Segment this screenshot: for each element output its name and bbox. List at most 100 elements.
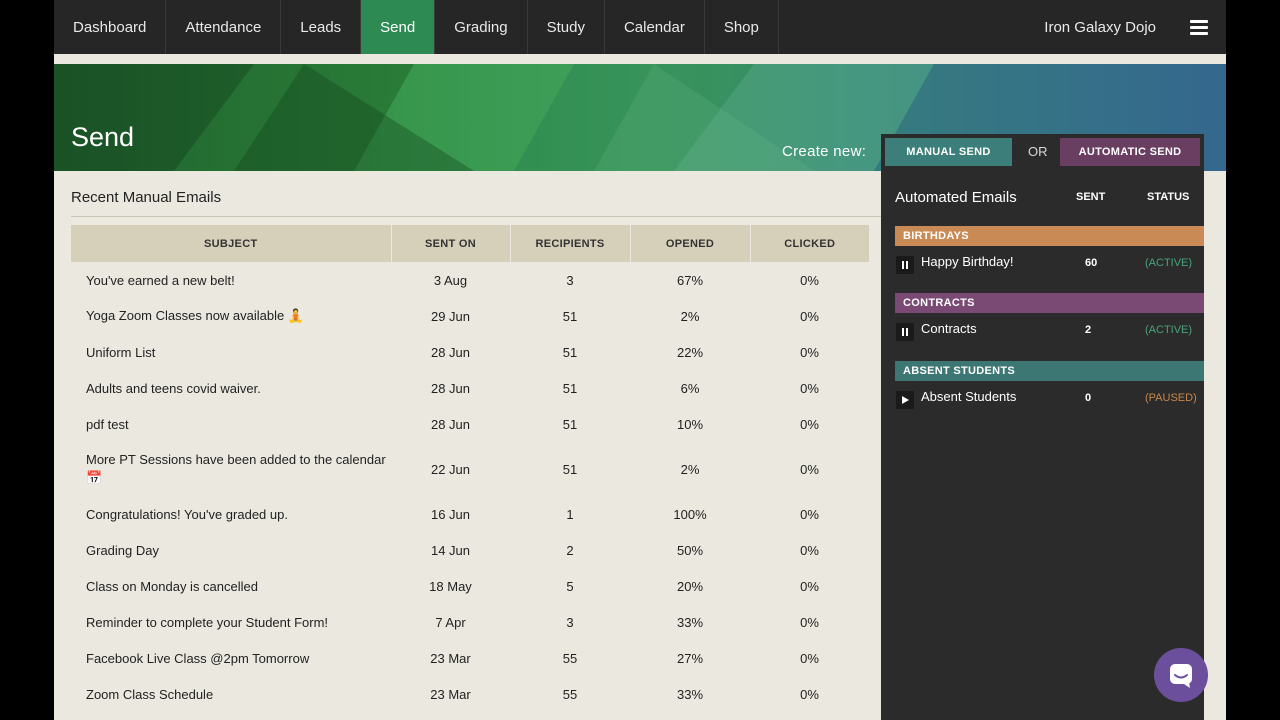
- cell-clicked: 0%: [800, 380, 819, 396]
- cell-subject[interactable]: Zoom Class Schedule: [71, 676, 391, 712]
- cell-subject[interactable]: Class on Monday is cancelled: [71, 568, 391, 604]
- cell-sent-on: 7 Apr: [435, 614, 466, 630]
- nav-leads[interactable]: Leads: [281, 0, 362, 54]
- status-badge: (PAUSED): [1145, 392, 1197, 404]
- chat-icon[interactable]: [1154, 648, 1208, 702]
- manual-send-button[interactable]: MANUAL SEND: [885, 138, 1012, 166]
- automated-row-contracts[interactable]: Contracts 2 (ACTIVE): [895, 319, 1204, 343]
- col-opened[interactable]: OPENED: [630, 225, 751, 262]
- cell-subject[interactable]: Uniform List: [71, 334, 391, 370]
- table-row[interactable]: Reminder to complete your Student Form! …: [71, 604, 869, 640]
- nav-dashboard[interactable]: Dashboard: [54, 0, 167, 54]
- or-separator: OR: [1028, 144, 1048, 159]
- nav-shop[interactable]: Shop: [705, 0, 779, 54]
- nav-send[interactable]: Send: [361, 0, 436, 54]
- cell-sent-on: 14 Jun: [430, 542, 471, 558]
- automated-name[interactable]: Happy Birthday!: [921, 254, 1014, 269]
- cell-subject[interactable]: Facebook Live Class @2pm Tomorrow: [71, 640, 391, 676]
- top-nav: Dashboard Attendance Leads Send Grading …: [54, 0, 1226, 54]
- cell-opened: 6%: [680, 380, 700, 396]
- cell-sent-on: 3 Aug: [433, 272, 468, 288]
- cell-subject[interactable]: Yoga Zoom Classes now available 🧘: [71, 298, 391, 334]
- cell-sent-on: 23 Mar: [430, 650, 471, 666]
- table-row[interactable]: You've earned a new belt! 3 Aug 3 67% 0%: [71, 262, 869, 298]
- table-row[interactable]: Class on Monday is cancelled 18 May 5 20…: [71, 568, 869, 604]
- cell-opened: 27%: [676, 650, 704, 666]
- page-title: Send: [71, 122, 135, 152]
- table-row[interactable]: Congratulations! You've graded up. 16 Ju…: [71, 496, 869, 532]
- cell-recipients: 51: [562, 380, 578, 396]
- cell-recipients: 55: [562, 650, 578, 666]
- category-birthdays: BIRTHDAYS: [895, 226, 1204, 246]
- cell-clicked: 0%: [800, 461, 819, 477]
- pause-icon[interactable]: [896, 256, 914, 274]
- cell-subject[interactable]: pdf test: [71, 406, 391, 442]
- pause-icon[interactable]: [896, 323, 914, 341]
- table-row[interactable]: pdf test 28 Jun 51 10% 0%: [71, 406, 869, 442]
- cell-clicked: 0%: [800, 416, 819, 432]
- col-subject[interactable]: SUBJECT: [71, 225, 392, 262]
- table-row[interactable]: More PT Sessions have been added to the …: [71, 442, 869, 496]
- cell-opened: 100%: [673, 506, 707, 522]
- hamburger-icon[interactable]: [1190, 19, 1208, 35]
- app-frame: Dashboard Attendance Leads Send Grading …: [54, 0, 1226, 720]
- automated-row-absent[interactable]: Absent Students 0 (PAUSED): [895, 387, 1204, 411]
- cell-recipients: 51: [562, 308, 578, 324]
- cell-opened: 22%: [676, 344, 704, 360]
- col-recipients[interactable]: RECIPIENTS: [510, 225, 631, 262]
- cell-subject[interactable]: Congratulations! You've graded up.: [71, 496, 391, 532]
- table-row[interactable]: Zoom Class Schedule 23 Mar 55 33% 0%: [71, 676, 869, 712]
- automated-sent: 0: [1085, 392, 1092, 404]
- cell-opened: 33%: [676, 686, 704, 702]
- cell-recipients: 5: [566, 578, 574, 594]
- automated-name[interactable]: Absent Students: [921, 389, 1016, 404]
- cell-subject[interactable]: Reminder to complete your Student Form!: [71, 604, 391, 640]
- cell-opened: 2%: [680, 461, 700, 477]
- cell-opened: 10%: [676, 416, 704, 432]
- cell-clicked: 0%: [800, 272, 819, 288]
- nav-grading[interactable]: Grading: [435, 0, 528, 54]
- cell-opened: 67%: [676, 272, 704, 288]
- nav-study[interactable]: Study: [528, 0, 605, 54]
- cell-subject[interactable]: More PT Sessions have been added to the …: [71, 442, 391, 496]
- automated-row-birthday[interactable]: Happy Birthday! 60 (ACTIVE): [895, 252, 1204, 276]
- org-name[interactable]: Iron Galaxy Dojo: [1044, 19, 1156, 36]
- table-row[interactable]: Grading Day 14 Jun 2 50% 0%: [71, 532, 869, 568]
- status-badge: (ACTIVE): [1145, 257, 1193, 269]
- table-row[interactable]: Uniform List 28 Jun 51 22% 0%: [71, 334, 869, 370]
- cell-sent-on: 23 Mar: [430, 686, 471, 702]
- cell-subject[interactable]: You've earned a new belt!: [71, 262, 391, 298]
- cell-sent-on: 16 Jun: [430, 506, 471, 522]
- category-absent-students: ABSENT STUDENTS: [895, 361, 1204, 381]
- cell-sent-on: 28 Jun: [430, 344, 471, 360]
- col-sent-on[interactable]: SENT ON: [391, 225, 511, 262]
- category-contracts: CONTRACTS: [895, 293, 1204, 313]
- cell-sent-on: 28 Jun: [430, 380, 471, 396]
- cell-subject[interactable]: Adults and teens covid waiver.: [71, 370, 391, 406]
- recent-emails-title: Recent Manual Emails: [71, 189, 222, 206]
- table-row[interactable]: Adults and teens covid waiver. 28 Jun 51…: [71, 370, 869, 406]
- play-icon[interactable]: [896, 391, 914, 409]
- table-row[interactable]: Facebook Live Class @2pm Tomorrow 23 Mar…: [71, 640, 869, 676]
- status-badge: (ACTIVE): [1145, 324, 1193, 336]
- recent-emails-table: SUBJECT SENT ON RECIPIENTS OPENED CLICKE…: [71, 225, 869, 712]
- cell-sent-on: 22 Jun: [430, 461, 471, 477]
- cell-clicked: 0%: [800, 344, 819, 360]
- cell-clicked: 0%: [800, 650, 819, 666]
- col-sent: SENT: [1076, 191, 1106, 203]
- nav-calendar[interactable]: Calendar: [605, 0, 705, 54]
- cell-opened: 20%: [676, 578, 704, 594]
- cell-opened: 33%: [676, 614, 704, 630]
- automated-sent: 2: [1085, 324, 1092, 336]
- cell-opened: 2%: [680, 308, 700, 324]
- nav-right: Iron Galaxy Dojo: [1044, 0, 1226, 54]
- cell-clicked: 0%: [800, 542, 819, 558]
- automated-name[interactable]: Contracts: [921, 321, 977, 336]
- col-clicked[interactable]: CLICKED: [750, 225, 869, 262]
- cell-subject[interactable]: Grading Day: [71, 532, 391, 568]
- col-status: STATUS: [1147, 191, 1190, 203]
- cell-recipients: 55: [562, 686, 578, 702]
- table-row[interactable]: Yoga Zoom Classes now available 🧘 29 Jun…: [71, 298, 869, 334]
- nav-attendance[interactable]: Attendance: [166, 0, 282, 54]
- automatic-send-button[interactable]: AUTOMATIC SEND: [1060, 138, 1200, 166]
